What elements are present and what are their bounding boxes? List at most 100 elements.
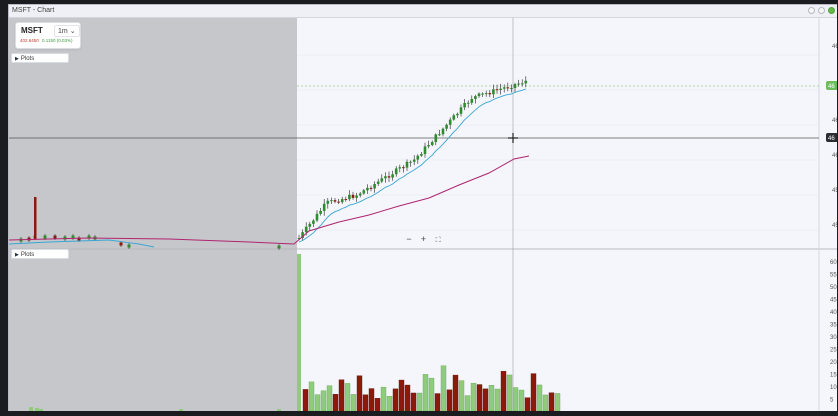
candle-body	[304, 226, 308, 233]
candle-body	[402, 167, 405, 169]
candle-body	[495, 89, 499, 91]
volume-bar	[554, 393, 561, 411]
volume-axis-label: 55	[830, 273, 837, 279]
candle-body	[470, 98, 474, 103]
volume-bar	[506, 374, 513, 411]
candle-body	[53, 235, 57, 239]
volume-axis-label: 20	[830, 360, 837, 366]
volume-bar	[320, 390, 327, 411]
candle-body	[463, 102, 466, 108]
volume-bar-premarket	[39, 409, 43, 411]
candle-body	[376, 181, 380, 184]
price-axis-label: 45	[832, 188, 837, 194]
volume-plots-button[interactable]: ▶ Plots	[11, 249, 69, 259]
candle-body	[441, 128, 445, 135]
premarket-shade	[9, 18, 297, 411]
volume-bar	[446, 389, 453, 411]
candle-body	[348, 194, 351, 200]
last-price-tag-label: 46	[828, 84, 835, 90]
candle-body	[326, 200, 330, 204]
chart-panes[interactable]: 464646464545605550454035302520151054646 …	[9, 18, 837, 411]
volume-bar	[416, 392, 423, 411]
fit-screen-button[interactable]: ⛶	[432, 237, 444, 245]
price-axis-label: 46	[832, 153, 837, 159]
price-axis-label: 46	[832, 44, 837, 50]
candle-body	[513, 84, 517, 88]
volume-bar	[548, 392, 555, 411]
volume-bar	[518, 389, 525, 411]
candle-body	[319, 210, 322, 214]
volume-bar	[398, 379, 405, 411]
candle-body	[369, 187, 373, 189]
window-minimize-button[interactable]	[808, 7, 815, 14]
zoom-in-button[interactable]: +	[418, 234, 430, 244]
volume-bar	[422, 374, 429, 411]
spike-candle	[34, 197, 37, 239]
volume-bar	[362, 394, 369, 411]
volume-bar	[440, 365, 447, 411]
volume-bar	[464, 395, 471, 411]
candle-body	[394, 168, 398, 175]
volume-axis-label: 5	[830, 398, 834, 404]
volume-axis-label: 35	[830, 323, 837, 329]
volume-bar	[500, 370, 507, 411]
volume-bar-premarket	[179, 409, 183, 411]
candle-body	[322, 203, 326, 211]
chart-window: MSFT - Chart 46 46 46 46 45 45 60 55 50 45 40 35 30 2…	[8, 4, 837, 411]
candle-body	[398, 167, 402, 169]
volume-bar	[302, 389, 309, 411]
candle-body	[466, 102, 470, 104]
candle-body	[333, 200, 337, 202]
window-maximize-button[interactable]	[818, 7, 825, 14]
interval-dropdown[interactable]: 1m ⌄	[54, 25, 80, 37]
candle-body	[315, 213, 319, 221]
price-plots-label: Plots	[20, 56, 35, 62]
crosshair-price-label: 46	[828, 136, 835, 142]
candle-body	[337, 201, 340, 203]
volume-bar	[368, 388, 375, 411]
volume-bar	[452, 374, 459, 411]
volume-bar	[326, 385, 333, 411]
volume-plots-label: Plots	[20, 252, 35, 258]
volume-bar	[350, 394, 357, 411]
candle-body	[456, 113, 459, 116]
candle-body	[409, 161, 412, 163]
volume-axis-label: 40	[830, 310, 837, 316]
candle-body	[502, 87, 506, 89]
chart-canvas[interactable]: 464646464545605550454035302520151054646	[9, 18, 837, 411]
candle-body	[423, 146, 427, 155]
volume-bar	[530, 373, 537, 411]
window-close-button[interactable]	[828, 7, 835, 14]
volume-bar	[512, 387, 519, 411]
volume-bar	[434, 393, 441, 411]
candle-body	[405, 161, 409, 168]
volume-bar	[374, 398, 381, 411]
last-price: 402.6450	[20, 38, 39, 43]
volume-bar	[476, 384, 483, 411]
candle-body	[340, 199, 344, 203]
candle-body	[524, 80, 528, 84]
volume-bar	[380, 386, 387, 411]
volume-bar	[338, 379, 345, 411]
volume-axis-label: 10	[830, 385, 837, 391]
volume-axis-label: 50	[830, 285, 837, 291]
candle-body	[412, 159, 416, 162]
zoom-out-button[interactable]: −	[403, 234, 415, 244]
candle-body	[384, 176, 387, 179]
volume-bar	[404, 384, 411, 411]
candle-body	[452, 115, 456, 120]
volume-axis-label: 15	[830, 373, 837, 379]
price-axis-label: 46	[832, 118, 837, 124]
title-bar: MSFT - Chart	[9, 5, 837, 18]
expand-triangle-icon: ▶	[15, 252, 19, 258]
volume-bar	[470, 382, 477, 411]
price-change: 0.1150 (0.03%)	[42, 38, 73, 43]
zoom-controls: − + ⛶	[403, 234, 444, 245]
candle-body	[373, 183, 376, 189]
symbol-box[interactable]: MSFT 1m ⌄ 402.6450 0.1150 (0.03%)	[15, 22, 81, 49]
candle-body	[351, 194, 355, 198]
candle-body	[477, 93, 481, 97]
volume-bar-premarket	[29, 407, 33, 411]
volume-bar	[458, 380, 465, 411]
price-plots-button[interactable]: ▶ Plots	[11, 53, 69, 63]
